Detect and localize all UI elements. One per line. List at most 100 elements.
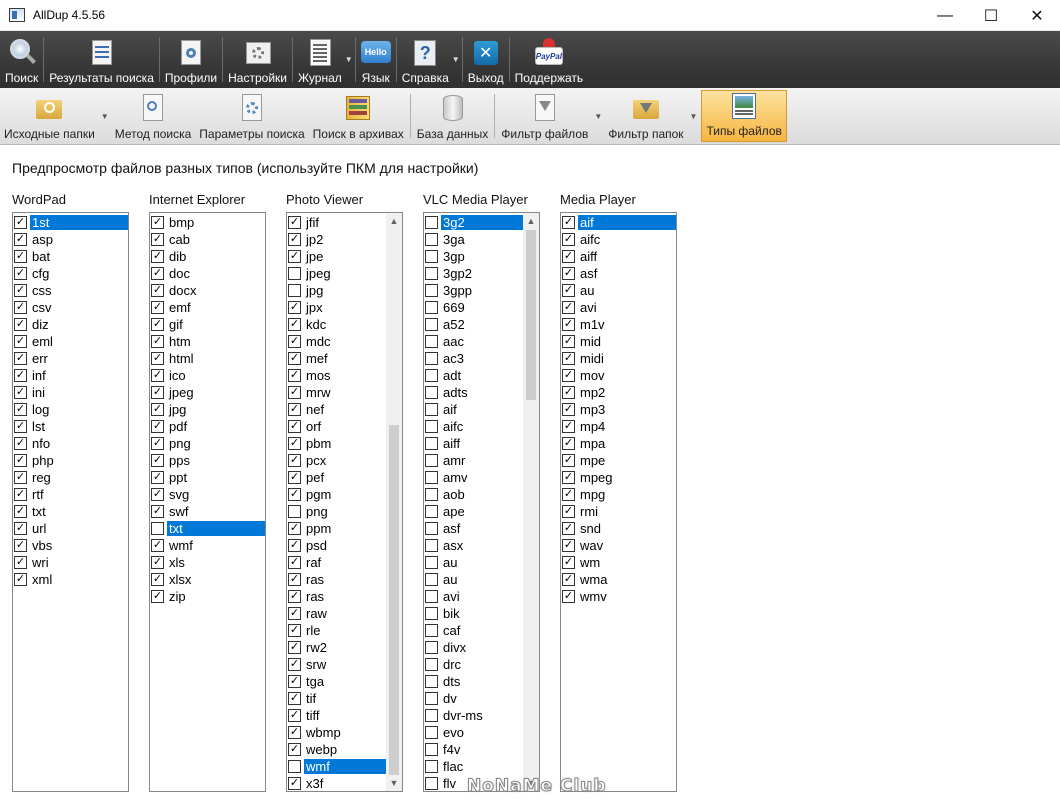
search-params-button[interactable]: Параметры поиска bbox=[195, 88, 308, 144]
list-item[interactable]: ✓ pbm bbox=[287, 435, 386, 452]
checkbox-unchecked[interactable] bbox=[288, 505, 301, 518]
checkbox-checked[interactable]: ✓ bbox=[14, 505, 27, 518]
list-item[interactable]: ✓ ppm bbox=[287, 520, 386, 537]
list-item[interactable]: ✓ cab bbox=[150, 231, 265, 248]
checkbox-checked[interactable]: ✓ bbox=[151, 539, 164, 552]
checkbox-checked[interactable]: ✓ bbox=[151, 556, 164, 569]
list-item[interactable]: ✓ bat bbox=[13, 248, 128, 265]
list-item[interactable]: ✓ mp4 bbox=[561, 418, 676, 435]
checkbox-unchecked[interactable] bbox=[288, 267, 301, 280]
checkbox-checked[interactable]: ✓ bbox=[14, 556, 27, 569]
profiles-button[interactable]: Профили bbox=[160, 31, 222, 88]
list-item[interactable]: ✓ x3f bbox=[287, 775, 386, 791]
checkbox-checked[interactable]: ✓ bbox=[562, 284, 575, 297]
list-item[interactable]: ✓ mov bbox=[561, 367, 676, 384]
list-item[interactable]: divx bbox=[424, 639, 523, 656]
checkbox-unchecked[interactable] bbox=[425, 624, 438, 637]
checkbox-checked[interactable]: ✓ bbox=[288, 216, 301, 229]
list-item[interactable]: ✓ mpa bbox=[561, 435, 676, 452]
list-item[interactable]: ✓ csv bbox=[13, 299, 128, 316]
checkbox-checked[interactable]: ✓ bbox=[562, 556, 575, 569]
list-item[interactable]: ✓ doc bbox=[150, 265, 265, 282]
list-item[interactable]: ✓ inf bbox=[13, 367, 128, 384]
list-item[interactable]: dts bbox=[424, 673, 523, 690]
list-item[interactable]: 3ga bbox=[424, 231, 523, 248]
checkbox-unchecked[interactable] bbox=[425, 250, 438, 263]
checkbox-checked[interactable]: ✓ bbox=[562, 454, 575, 467]
checkbox-checked[interactable]: ✓ bbox=[151, 284, 164, 297]
checkbox-unchecked[interactable] bbox=[151, 522, 164, 535]
list-item[interactable]: dv bbox=[424, 690, 523, 707]
list-item[interactable]: ✓ ico bbox=[150, 367, 265, 384]
checkbox-checked[interactable]: ✓ bbox=[288, 386, 301, 399]
vertical-scrollbar[interactable]: ▲ ▼ bbox=[523, 213, 539, 791]
file-type-list-wordpad[interactable]: ✓ 1st ✓ asp ✓ bat ✓ cfg ✓ css ✓ csv ✓ diz ✓ eml ✓ err ✓ inf… bbox=[12, 212, 129, 792]
checkbox-checked[interactable]: ✓ bbox=[14, 250, 27, 263]
checkbox-checked[interactable]: ✓ bbox=[14, 301, 27, 314]
list-item[interactable]: ✓ mos bbox=[287, 367, 386, 384]
checkbox-checked[interactable]: ✓ bbox=[151, 369, 164, 382]
checkbox-checked[interactable]: ✓ bbox=[562, 488, 575, 501]
file-type-list-internet-explorer[interactable]: ✓ bmp ✓ cab ✓ dib ✓ doc ✓ docx ✓ emf ✓ gif ✓ htm ✓ html ✓ i… bbox=[149, 212, 266, 792]
list-item[interactable]: ✓ kdc bbox=[287, 316, 386, 333]
list-item[interactable]: ✓ jfif bbox=[287, 214, 386, 231]
checkbox-unchecked[interactable] bbox=[425, 641, 438, 654]
list-item[interactable]: ✓ raw bbox=[287, 605, 386, 622]
list-item[interactable]: aob bbox=[424, 486, 523, 503]
checkbox-checked[interactable]: ✓ bbox=[288, 539, 301, 552]
list-item[interactable]: ac3 bbox=[424, 350, 523, 367]
list-item[interactable]: ✓ swf bbox=[150, 503, 265, 520]
list-item[interactable]: ✓ rtf bbox=[13, 486, 128, 503]
list-item[interactable]: ✓ htm bbox=[150, 333, 265, 350]
checkbox-checked[interactable]: ✓ bbox=[288, 488, 301, 501]
checkbox-checked[interactable]: ✓ bbox=[151, 301, 164, 314]
close-button[interactable]: ✕ bbox=[1014, 0, 1060, 31]
list-item[interactable]: jpeg bbox=[287, 265, 386, 282]
checkbox-checked[interactable]: ✓ bbox=[562, 505, 575, 518]
list-item[interactable]: ✓ mpe bbox=[561, 452, 676, 469]
list-item[interactable]: au bbox=[424, 571, 523, 588]
list-item[interactable]: ✓ raf bbox=[287, 554, 386, 571]
checkbox-checked[interactable]: ✓ bbox=[151, 590, 164, 603]
list-item[interactable]: aifc bbox=[424, 418, 523, 435]
list-item[interactable]: ✓ wbmp bbox=[287, 724, 386, 741]
list-item[interactable]: ✓ mdc bbox=[287, 333, 386, 350]
file-filter-button[interactable]: Фильтр файлов bbox=[497, 88, 592, 144]
checkbox-unchecked[interactable] bbox=[288, 284, 301, 297]
checkbox-checked[interactable]: ✓ bbox=[562, 301, 575, 314]
checkbox-unchecked[interactable] bbox=[425, 556, 438, 569]
list-item[interactable]: 3gp bbox=[424, 248, 523, 265]
checkbox-checked[interactable]: ✓ bbox=[562, 216, 575, 229]
dropdown-arrow-icon[interactable]: ▼ bbox=[594, 112, 602, 121]
checkbox-checked[interactable]: ✓ bbox=[151, 250, 164, 263]
list-item[interactable]: asx bbox=[424, 537, 523, 554]
checkbox-unchecked[interactable] bbox=[425, 267, 438, 280]
list-item[interactable]: ape bbox=[424, 503, 523, 520]
list-item[interactable]: ✓ wmv bbox=[561, 588, 676, 605]
checkbox-checked[interactable]: ✓ bbox=[151, 488, 164, 501]
search-method-button[interactable]: Метод поиска bbox=[111, 88, 196, 144]
list-item[interactable]: ✓ dib bbox=[150, 248, 265, 265]
archive-button[interactable]: Поиск в архивах bbox=[309, 88, 408, 144]
list-item[interactable]: ✓ rle bbox=[287, 622, 386, 639]
source-folders-button[interactable]: Исходные папки bbox=[0, 88, 99, 144]
list-item[interactable]: ✓ eml bbox=[13, 333, 128, 350]
checkbox-checked[interactable]: ✓ bbox=[151, 505, 164, 518]
magnifier-button[interactable]: Поиск bbox=[0, 31, 43, 88]
checkbox-checked[interactable]: ✓ bbox=[14, 471, 27, 484]
list-item[interactable]: ✓ docx bbox=[150, 282, 265, 299]
checkbox-unchecked[interactable] bbox=[425, 284, 438, 297]
checkbox-checked[interactable]: ✓ bbox=[288, 301, 301, 314]
list-item[interactable]: ✓ orf bbox=[287, 418, 386, 435]
checkbox-checked[interactable]: ✓ bbox=[288, 454, 301, 467]
checkbox-checked[interactable]: ✓ bbox=[288, 573, 301, 586]
folder-filter-button[interactable]: Фильтр папок bbox=[604, 88, 687, 144]
checkbox-checked[interactable]: ✓ bbox=[288, 675, 301, 688]
help-button[interactable]: ? Справка bbox=[397, 31, 454, 88]
scroll-up-arrow-icon[interactable]: ▲ bbox=[386, 213, 402, 229]
list-item[interactable]: ✓ au bbox=[561, 282, 676, 299]
checkbox-checked[interactable]: ✓ bbox=[151, 420, 164, 433]
checkbox-checked[interactable]: ✓ bbox=[288, 403, 301, 416]
list-item[interactable]: ✓ jpeg bbox=[150, 384, 265, 401]
list-item[interactable]: jpg bbox=[287, 282, 386, 299]
